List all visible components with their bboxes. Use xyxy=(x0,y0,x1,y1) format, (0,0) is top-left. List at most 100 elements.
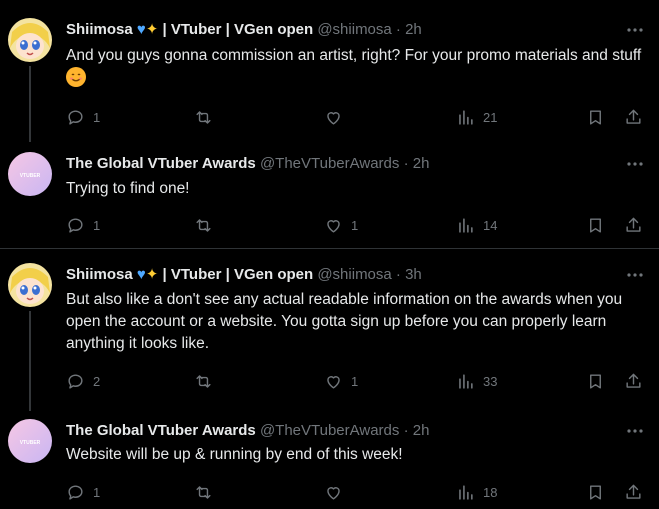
tweet-actions: 1 21 xyxy=(66,106,652,128)
sparkles-icon: ✦ xyxy=(145,21,159,38)
reply-button[interactable]: 2 xyxy=(66,370,100,392)
bookmark-icon xyxy=(590,373,601,389)
tweet[interactable]: VTUBER The Global VTuber Awards @TheVTub… xyxy=(0,140,659,248)
separator: · xyxy=(403,422,409,439)
bookmark-button[interactable] xyxy=(586,370,605,392)
reply-count: 1 xyxy=(93,217,101,233)
separator: · xyxy=(395,266,401,283)
author-badges: | VTuber | VGen open xyxy=(162,21,314,38)
bookmark-icon xyxy=(590,109,601,125)
share-button[interactable] xyxy=(624,106,643,128)
share-button[interactable] xyxy=(624,370,643,392)
views-button[interactable]: 21 xyxy=(456,106,497,128)
tweet[interactable]: VTUBER The Global VTuber Awards @TheVTub… xyxy=(0,409,659,509)
bookmark-button[interactable] xyxy=(586,214,605,236)
reply-count: 1 xyxy=(93,484,101,500)
bookmark-button[interactable] xyxy=(586,106,605,128)
like-button[interactable] xyxy=(324,106,343,128)
separator: · xyxy=(395,21,401,38)
more-options-icon[interactable] xyxy=(625,265,645,285)
author-handle[interactable]: @TheVTuberAwards xyxy=(260,422,399,439)
more-options-icon[interactable] xyxy=(625,421,645,441)
like-count: 1 xyxy=(351,217,359,233)
tweet-text: But also like a don't see any actual rea… xyxy=(66,291,623,352)
repost-button[interactable] xyxy=(194,214,213,236)
author-handle[interactable]: @shiimosa xyxy=(317,266,391,283)
like-button[interactable] xyxy=(324,481,343,503)
bookmark-icon xyxy=(590,217,601,233)
avatar[interactable] xyxy=(8,263,52,307)
share-icon xyxy=(626,217,641,232)
timestamp[interactable]: 3h xyxy=(405,266,422,283)
reply-icon xyxy=(68,373,83,389)
reply-count: 2 xyxy=(93,373,101,389)
reply-button[interactable]: 1 xyxy=(66,214,100,236)
views-button[interactable]: 18 xyxy=(456,481,497,503)
thread-connector xyxy=(29,311,31,411)
share-button[interactable] xyxy=(624,481,643,503)
heart-icon xyxy=(327,111,340,125)
repost-icon xyxy=(196,218,211,232)
reply-icon xyxy=(68,109,83,125)
timestamp[interactable]: 2h xyxy=(413,422,430,439)
tweet[interactable]: Shiimosa ♥✦ | VTuber | VGen open @shiimo… xyxy=(0,0,659,142)
analytics-icon xyxy=(459,484,473,500)
repost-button[interactable] xyxy=(194,481,213,503)
like-button[interactable]: 1 xyxy=(324,370,358,392)
tweet-actions: 1 1 14 xyxy=(66,214,652,236)
view-count: 14 xyxy=(483,217,498,233)
more-options-icon[interactable] xyxy=(625,154,645,174)
author-handle[interactable]: @shiimosa xyxy=(317,21,391,38)
avatar-shiimosa-image xyxy=(8,263,52,307)
view-count: 21 xyxy=(483,109,498,125)
share-icon xyxy=(626,484,641,499)
thread-connector xyxy=(29,66,31,142)
repost-button[interactable] xyxy=(194,106,213,128)
tweet-text-content: And you guys gonna commission an artist,… xyxy=(66,47,642,64)
views-button[interactable]: 14 xyxy=(456,214,497,236)
tweet-actions: 1 18 xyxy=(66,481,652,503)
timestamp[interactable]: 2h xyxy=(405,21,422,38)
reply-button[interactable]: 1 xyxy=(66,106,100,128)
author-name[interactable]: The Global VTuber Awards xyxy=(66,155,256,172)
repost-icon xyxy=(196,110,211,124)
avatar-shiimosa-image xyxy=(8,18,52,62)
author-handle[interactable]: @TheVTuberAwards xyxy=(260,155,399,172)
heart-icon xyxy=(327,375,340,389)
tweet-header: Shiimosa ♥✦ | VTuber | VGen open @shiimo… xyxy=(66,265,422,285)
heart-icon xyxy=(327,219,340,233)
smiling-face-icon xyxy=(66,67,86,87)
reply-count: 1 xyxy=(93,109,101,125)
repost-icon xyxy=(196,374,211,388)
avatar-vtuber-awards-image: VTUBER xyxy=(8,152,52,196)
author-name[interactable]: Shiimosa xyxy=(66,21,133,38)
share-icon xyxy=(626,109,641,124)
author-name[interactable]: The Global VTuber Awards xyxy=(66,422,256,439)
separator: · xyxy=(403,155,409,172)
tweet[interactable]: Shiimosa ♥✦ | VTuber | VGen open @shiimo… xyxy=(0,249,659,411)
avatar[interactable]: VTUBER xyxy=(8,419,52,463)
like-count: 1 xyxy=(351,373,359,389)
share-icon xyxy=(626,373,641,388)
tweet-header: The Global VTuber Awards @TheVTuberAward… xyxy=(66,154,429,174)
tweet-text: Trying to find one! xyxy=(66,180,190,197)
avatar-logo-text: VTUBER xyxy=(20,173,41,179)
author-name[interactable]: Shiimosa xyxy=(66,266,133,283)
heart-icon xyxy=(327,486,340,500)
repost-button[interactable] xyxy=(194,370,213,392)
timestamp[interactable]: 2h xyxy=(413,155,430,172)
share-button[interactable] xyxy=(624,214,643,236)
bookmark-button[interactable] xyxy=(586,481,605,503)
more-options-icon[interactable] xyxy=(625,20,645,40)
tweet-header: Shiimosa ♥✦ | VTuber | VGen open @shiimo… xyxy=(66,20,422,40)
tweet-text: And you guys gonna commission an artist,… xyxy=(66,45,646,90)
view-count: 33 xyxy=(483,373,498,389)
tweet-actions: 2 1 33 xyxy=(66,370,652,392)
avatar[interactable]: VTUBER xyxy=(8,152,52,196)
avatar[interactable] xyxy=(8,18,52,62)
views-button[interactable]: 33 xyxy=(456,370,497,392)
reply-button[interactable]: 1 xyxy=(66,481,100,503)
blue-heart-icon: ♥ xyxy=(136,266,146,283)
like-button[interactable]: 1 xyxy=(324,214,358,236)
repost-icon xyxy=(196,485,211,499)
